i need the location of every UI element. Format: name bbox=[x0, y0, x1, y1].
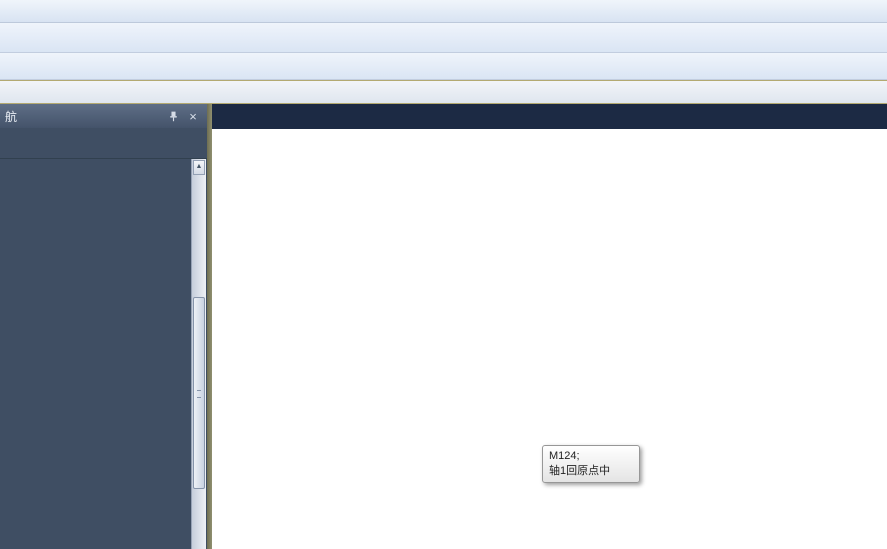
navigation-panel: 航 × ▲ bbox=[0, 104, 207, 549]
toolbar-standard bbox=[0, 23, 887, 53]
tooltip-device: M124; bbox=[549, 449, 633, 464]
menu-bar bbox=[0, 0, 887, 23]
pin-icon[interactable] bbox=[164, 107, 182, 125]
document-tab-bar bbox=[212, 104, 887, 129]
device-tooltip: M124; 轴1回原点中 bbox=[542, 445, 640, 483]
tree-scrollbar[interactable]: ▲ bbox=[191, 159, 206, 549]
project-tree bbox=[0, 159, 207, 549]
scroll-up-icon[interactable]: ▲ bbox=[193, 160, 205, 175]
gx-works2-window: 航 × ▲ bbox=[0, 0, 887, 549]
ladder-editor[interactable] bbox=[212, 129, 887, 549]
close-panel-icon[interactable]: × bbox=[184, 107, 202, 125]
scrollbar-thumb[interactable] bbox=[193, 297, 205, 489]
navigation-titlebar: 航 × bbox=[0, 104, 207, 128]
navigation-title: 航 bbox=[5, 108, 17, 125]
tooltip-comment: 轴1回原点中 bbox=[549, 464, 633, 479]
main-area: 航 × ▲ bbox=[0, 104, 887, 549]
navigation-toolbar bbox=[0, 128, 207, 159]
toolbar-program-common bbox=[0, 53, 887, 80]
toolbar-ladder-symbols bbox=[0, 80, 887, 104]
